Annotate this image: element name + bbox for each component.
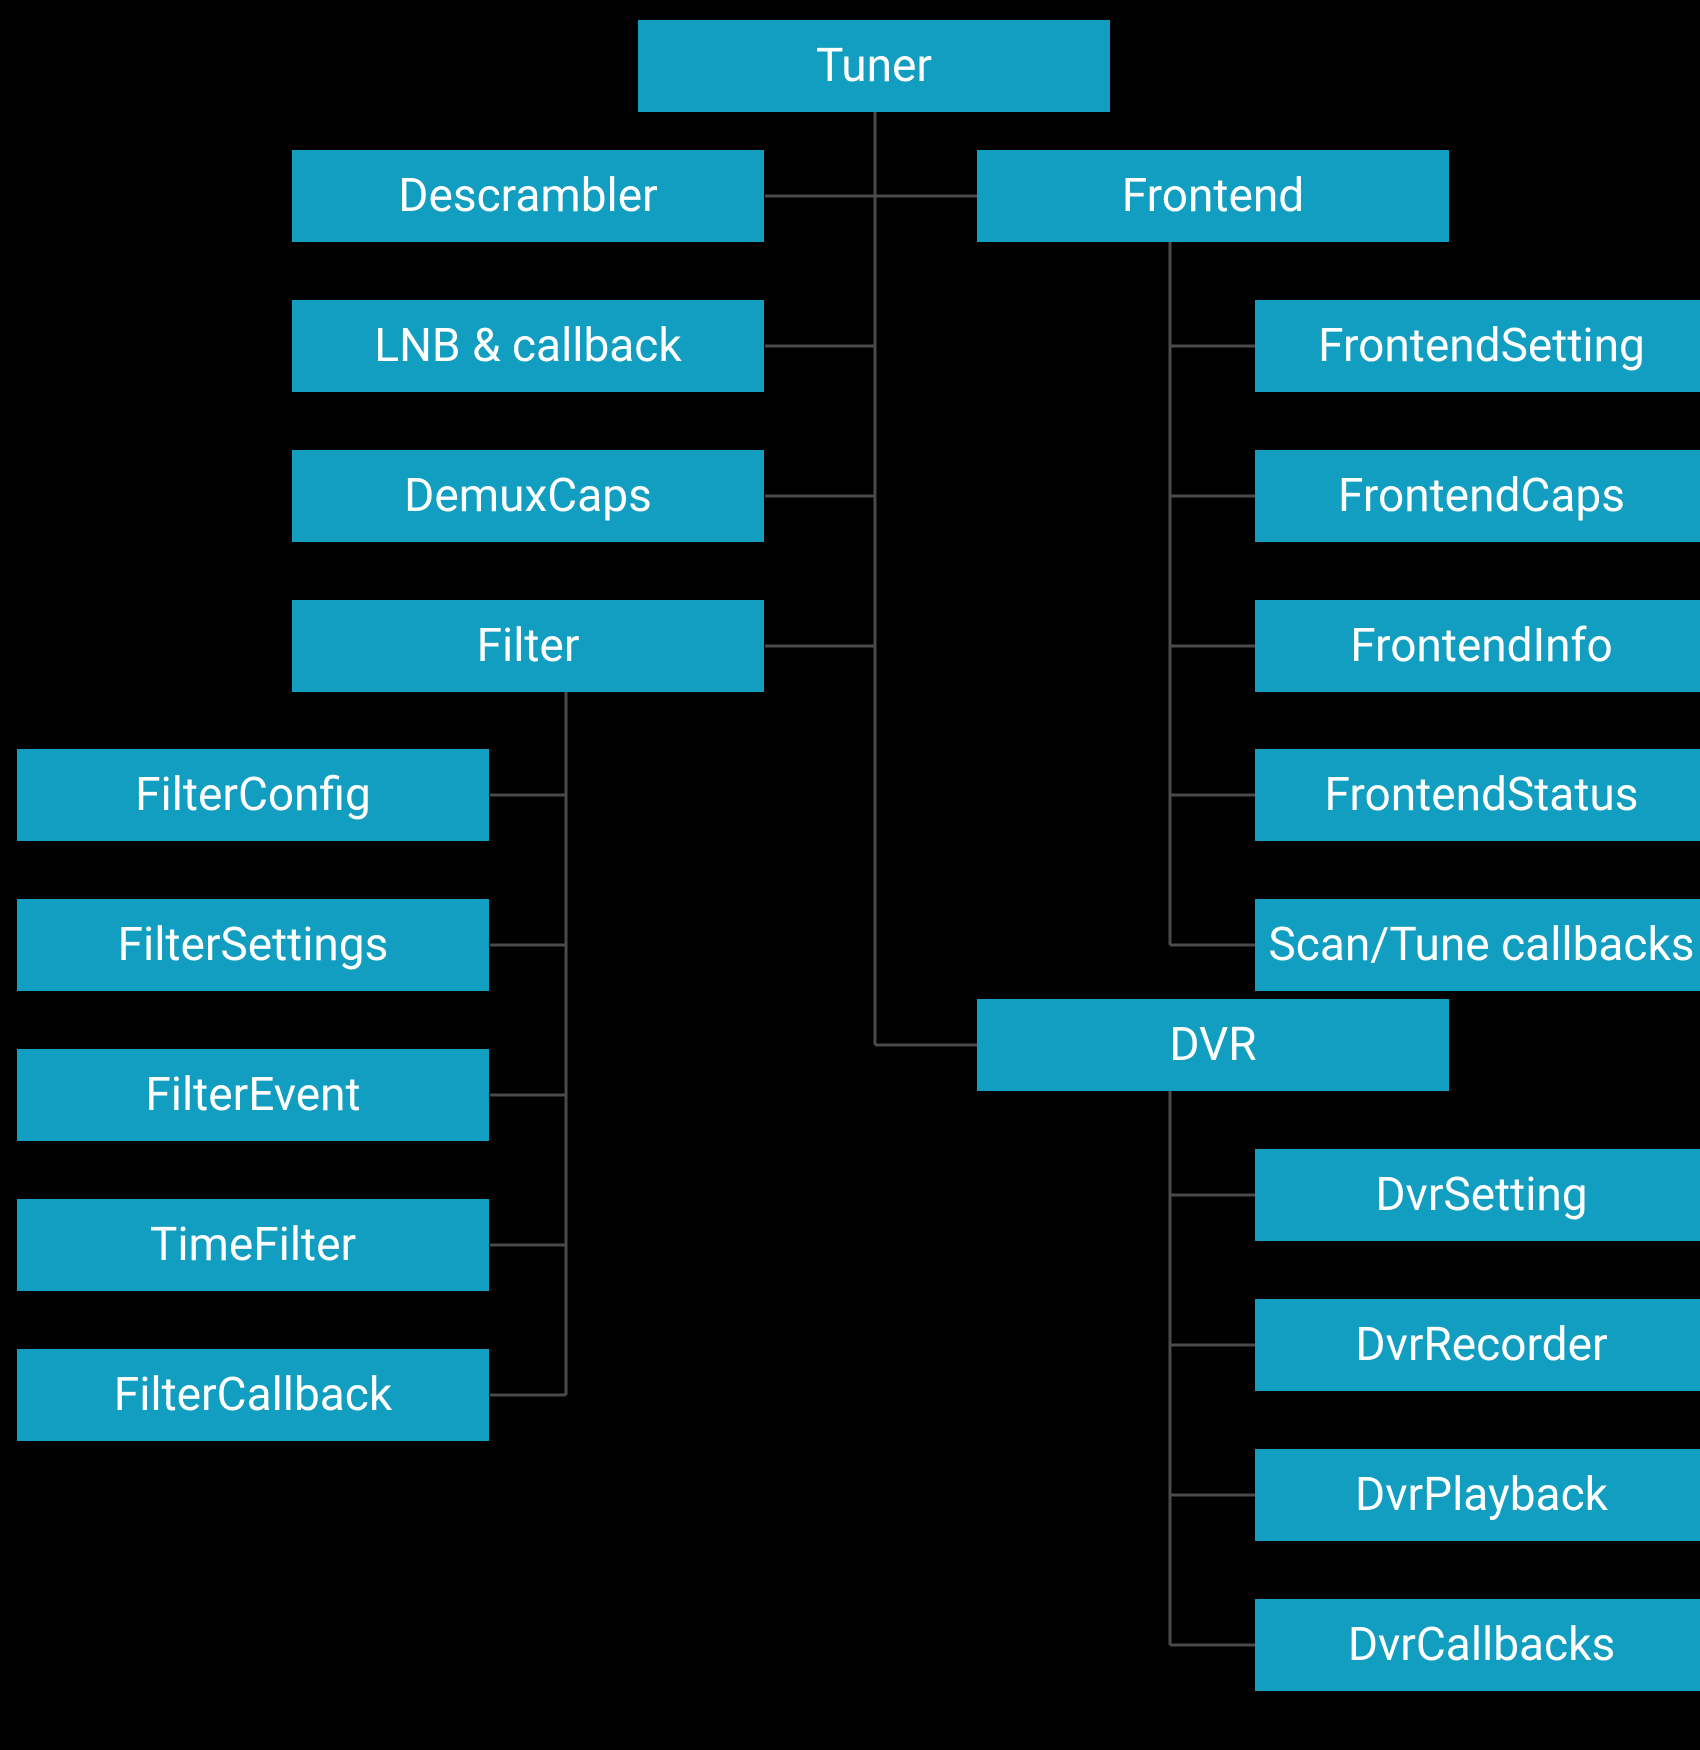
node-dvrrecorder: DvrRecorder bbox=[1255, 1299, 1700, 1391]
node-tuner: Tuner bbox=[638, 20, 1110, 112]
node-frontendcaps: FrontendCaps bbox=[1255, 450, 1700, 542]
node-filter: Filter bbox=[292, 600, 764, 692]
node-frontend: Frontend bbox=[977, 150, 1449, 242]
node-lnb: LNB & callback bbox=[292, 300, 764, 392]
node-filtercallback: FilterCallback bbox=[17, 1349, 489, 1441]
node-demuxcaps: DemuxCaps bbox=[292, 450, 764, 542]
node-filtersettings: FilterSettings bbox=[17, 899, 489, 991]
node-descrambler: Descrambler bbox=[292, 150, 764, 242]
node-dvr: DVR bbox=[977, 999, 1449, 1091]
node-frontendstatus: FrontendStatus bbox=[1255, 749, 1700, 841]
node-frontendsetting: FrontendSetting bbox=[1255, 300, 1700, 392]
node-filterevent: FilterEvent bbox=[17, 1049, 489, 1141]
node-filterconfig: FilterConfig bbox=[17, 749, 489, 841]
diagram-stage: Tuner Descrambler LNB & callback DemuxCa… bbox=[0, 0, 1700, 1750]
node-dvrcallbacks: DvrCallbacks bbox=[1255, 1599, 1700, 1691]
node-dvrsetting: DvrSetting bbox=[1255, 1149, 1700, 1241]
node-dvrplayback: DvrPlayback bbox=[1255, 1449, 1700, 1541]
node-frontendinfo: FrontendInfo bbox=[1255, 600, 1700, 692]
node-scantune: Scan/Tune callbacks bbox=[1255, 899, 1700, 991]
node-timefilter: TimeFilter bbox=[17, 1199, 489, 1291]
